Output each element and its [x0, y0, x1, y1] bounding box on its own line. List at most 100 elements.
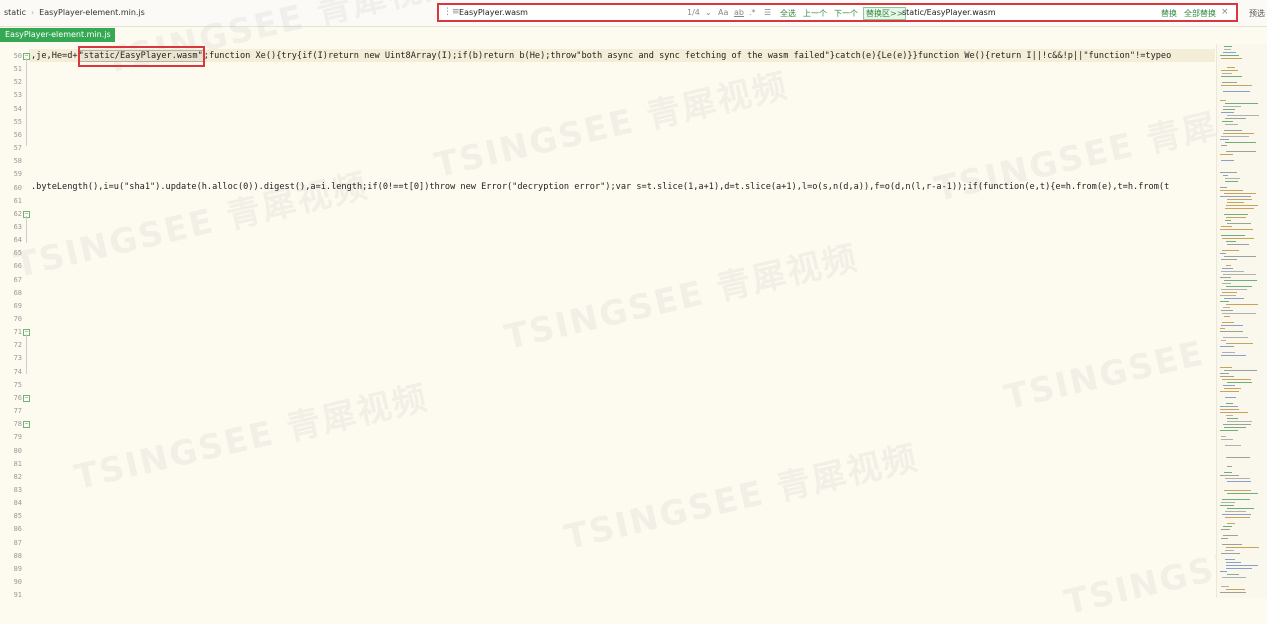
minimap-line — [1223, 106, 1241, 107]
minimap-line — [1221, 340, 1226, 341]
minimap-line — [1226, 304, 1258, 305]
minimap-line — [1225, 181, 1238, 182]
line-number: 81 — [13, 459, 22, 468]
fold-toggle-icon[interactable]: − — [23, 394, 30, 402]
line-number: 91 — [13, 591, 22, 600]
minimap-line — [1222, 82, 1237, 83]
minimap-line — [1225, 103, 1258, 104]
minimap-line — [1222, 544, 1242, 545]
minimap-line — [1220, 328, 1225, 329]
replace-button[interactable]: 替换 — [1161, 8, 1177, 19]
line-number: 59 — [13, 170, 22, 179]
code-editor[interactable]: 50 − 51 52 53 54 55 56 57 58 59 60 61 62 − 63 64 65 66 67 68… — [0, 44, 1216, 599]
minimap-line — [1227, 115, 1259, 116]
minimap-line — [1221, 553, 1240, 554]
minimap-line — [1225, 445, 1241, 446]
line-number: 52 — [13, 78, 22, 87]
line-number: 64 — [13, 236, 22, 245]
code-line-60[interactable]: .byteLength(),i=u("sha1").update(h.alloc… — [31, 181, 1169, 194]
minimap-line — [1223, 133, 1254, 134]
minimap-line — [1221, 529, 1230, 530]
find-input[interactable]: EasyPlayer.wasm — [459, 8, 528, 17]
breadcrumb-folder[interactable]: static — [4, 8, 26, 17]
selection-filter-icon[interactable]: ☰ — [764, 8, 771, 17]
minimap-line — [1221, 226, 1232, 227]
line-number: 55 — [13, 117, 22, 126]
minimap-line — [1222, 73, 1232, 74]
line-number: 75 — [13, 380, 22, 389]
minimap[interactable] — [1216, 44, 1267, 598]
chevron-down-icon[interactable]: ⌄ — [705, 8, 712, 17]
minimap-line — [1220, 154, 1233, 155]
minimap-line — [1220, 406, 1238, 407]
fold-guide — [26, 58, 27, 146]
find-toggle-icon[interactable]: ⋮≡ — [443, 7, 460, 17]
minimap-line — [1226, 589, 1245, 590]
find-replace-bar: ⋮≡ EasyPlayer.wasm 1/4 ⌄ Aa ab .* ☰ 全选 上… — [437, 3, 1238, 22]
minimap-line — [1220, 373, 1229, 374]
minimap-line — [1221, 439, 1233, 440]
line-number: 82 — [13, 472, 22, 481]
minimap-line — [1221, 58, 1242, 59]
line-number: 62 — [13, 209, 22, 218]
minimap-line — [1220, 190, 1243, 191]
minimap-line — [1226, 205, 1258, 206]
tab-easyplayer-element[interactable]: EasyPlayer-element.min.js — [0, 28, 115, 42]
minimap-line — [1222, 250, 1239, 251]
fold-guide — [26, 216, 27, 243]
preview-button[interactable]: 预选 — [1249, 8, 1265, 19]
minimap-line — [1222, 292, 1237, 293]
minimap-line — [1225, 511, 1246, 512]
top-bar: static › EasyPlayer-element.min.js ⋮≡ Easy… — [0, 0, 1267, 27]
minimap-line — [1227, 67, 1235, 68]
minimap-line — [1222, 238, 1254, 239]
minimap-line — [1222, 352, 1235, 353]
replace-all-button[interactable]: 全部替换 — [1184, 8, 1216, 19]
minimap-line — [1224, 370, 1257, 371]
line-number: 86 — [13, 525, 22, 534]
minimap-line — [1224, 256, 1256, 257]
breadcrumb-file[interactable]: EasyPlayer-element.min.js — [39, 8, 145, 17]
replace-input[interactable]: static/EasyPlayer.wasm — [902, 8, 996, 17]
line-number: 70 — [13, 315, 22, 323]
line-number: 63 — [13, 222, 22, 231]
prev-match-button[interactable]: 上一个 — [803, 8, 827, 19]
fold-guide — [26, 334, 27, 374]
line-number: 78 — [13, 420, 22, 429]
match-case-button[interactable]: Aa — [718, 8, 728, 17]
minimap-line — [1220, 505, 1234, 506]
minimap-line — [1225, 397, 1236, 398]
minimap-line — [1227, 244, 1249, 245]
regex-button[interactable]: .* — [749, 8, 756, 17]
whole-word-button[interactable]: ab — [734, 8, 744, 17]
minimap-line — [1221, 310, 1233, 311]
minimap-line — [1221, 355, 1246, 356]
minimap-line — [1220, 367, 1232, 368]
minimap-line — [1221, 325, 1243, 326]
minimap-line — [1222, 121, 1233, 122]
code-text: ;function Xe(){try{if(I)return new Uint8… — [203, 51, 1172, 61]
minimap-line — [1224, 280, 1257, 281]
minimap-line — [1221, 112, 1234, 113]
minimap-line — [1224, 49, 1231, 50]
minimap-line — [1225, 220, 1231, 221]
line-number: 57 — [13, 144, 22, 153]
line-number: 76 — [13, 393, 22, 402]
minimap-line — [1222, 268, 1233, 269]
minimap-line — [1223, 175, 1228, 176]
breadcrumb: static › EasyPlayer-element.min.js — [4, 8, 145, 17]
minimap-line — [1221, 70, 1238, 71]
minimap-line — [1222, 514, 1251, 515]
minimap-line — [1220, 412, 1248, 413]
fold-toggle-icon[interactable]: − — [23, 421, 30, 429]
select-all-button[interactable]: 全选 — [780, 8, 796, 19]
minimap-line — [1220, 571, 1227, 572]
minimap-line — [1220, 331, 1243, 332]
minimap-line — [1220, 139, 1229, 140]
next-match-button[interactable]: 下一个 — [834, 8, 858, 19]
minimap-line — [1221, 259, 1237, 260]
minimap-line — [1221, 85, 1252, 86]
minimap-line — [1226, 457, 1250, 458]
close-icon[interactable]: × — [1221, 7, 1229, 17]
replace-toggle-button[interactable]: 替换区>> — [863, 7, 907, 20]
